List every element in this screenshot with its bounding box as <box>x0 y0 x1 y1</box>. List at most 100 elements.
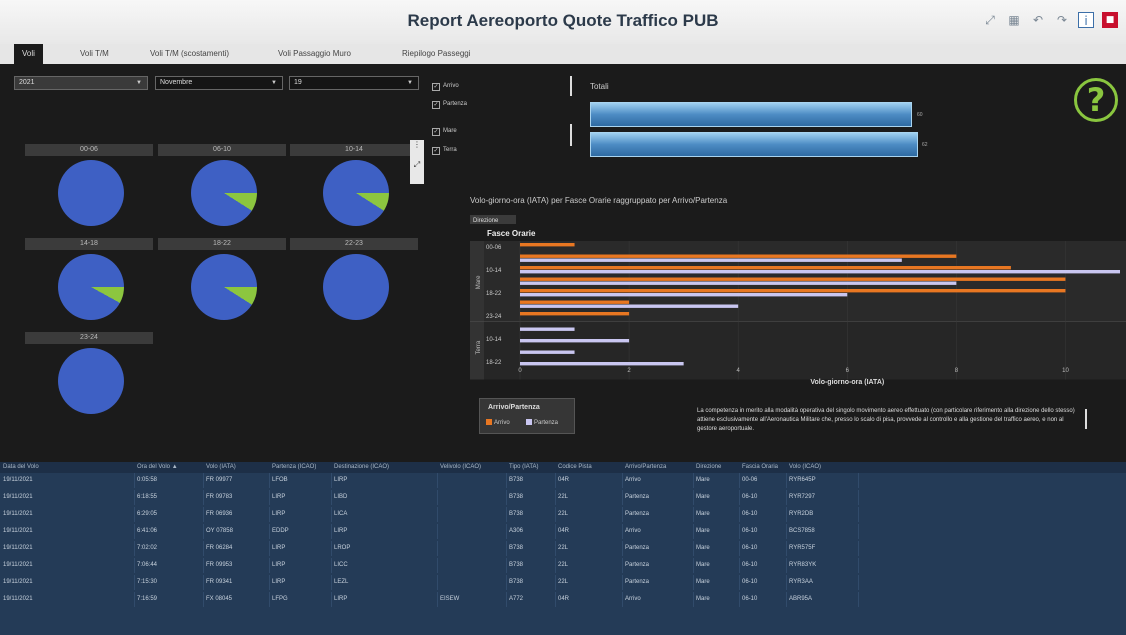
app-icon[interactable]: ■ <box>1102 12 1118 28</box>
column-header[interactable]: Direzione <box>693 462 739 473</box>
year-dropdown[interactable]: 2021 ▼ <box>14 76 148 90</box>
tab-voli-tm[interactable]: Voli T/M <box>80 44 109 64</box>
table-row[interactable]: 19/11/2021 6:18:55 FR 09783 LIRP LIBD B738 22L… <box>0 490 1126 505</box>
table-cell: EISEW <box>440 596 460 602</box>
table-cell: A306 <box>509 528 524 534</box>
checkbox-label: Arrivo <box>443 83 459 89</box>
visual-options[interactable]: ⋮ ⤢ <box>410 140 424 184</box>
row-label: 10-14 <box>486 268 502 274</box>
table-cell: 22L <box>558 579 569 585</box>
table-cell: RYR2DB <box>789 511 814 517</box>
table-row[interactable]: 19/11/2021 0:05:58 FR 09977 LFOB LIRP B738 04R… <box>0 473 1126 488</box>
tab-riepilogo-passeggi[interactable]: Riepilogo Passeggi <box>402 44 471 64</box>
undo-icon[interactable]: ↶ <box>1030 12 1046 28</box>
table-cell: Mare <box>696 562 710 568</box>
pie-chart[interactable] <box>323 160 389 226</box>
more-options-icon[interactable]: ⋮ <box>410 140 424 150</box>
table-cell: BCS7858 <box>789 528 815 534</box>
redo-icon[interactable]: ↷ <box>1054 12 1070 28</box>
column-separator <box>437 490 438 505</box>
x-axis-label: Volo-giorno-ora (IATA) <box>810 379 884 386</box>
tab-voli-passaggio-muro[interactable]: Voli Passaggio Muro <box>278 44 351 64</box>
column-header[interactable]: Arrivo/Partenza <box>622 462 693 473</box>
table-cell: 19/11/2021 <box>3 545 33 551</box>
column-separator <box>437 541 438 556</box>
column-header[interactable]: Volo (ICAO) <box>786 462 858 473</box>
column-separator <box>555 524 556 539</box>
column-header[interactable]: Velivolo (ICAO) <box>437 462 506 473</box>
help-icon[interactable]: ? <box>1074 78 1118 122</box>
table-cell: 04R <box>558 596 570 602</box>
column-separator <box>134 575 135 590</box>
pie-chart[interactable] <box>191 160 257 226</box>
column-separator <box>203 541 204 556</box>
pie-chart[interactable] <box>58 160 124 226</box>
column-header[interactable]: Destinazione (ICAO) <box>331 462 437 473</box>
checkbox-arrivo[interactable]: ✓ Arrivo <box>432 81 459 91</box>
column-header[interactable]: Partenza (ICAO) <box>269 462 331 473</box>
column-separator <box>269 558 270 573</box>
table-cell: RYR7297 <box>789 494 815 500</box>
checkbox-terra[interactable]: ✓ Terra <box>432 145 457 155</box>
divider <box>570 76 572 96</box>
table-row[interactable]: 19/11/2021 7:02:02 FR 06284 LIRP LROP B738 22L… <box>0 541 1126 556</box>
column-separator <box>134 490 135 505</box>
column-separator <box>693 507 694 522</box>
pie-chart[interactable] <box>58 254 124 320</box>
column-separator <box>269 592 270 607</box>
table-row[interactable]: 19/11/2021 7:06:44 FR 09953 LIRP LICC B738 22L… <box>0 558 1126 573</box>
table-row[interactable]: 19/11/2021 6:41:06 OY 07858 EDDP LIRP A306 04R… <box>0 524 1126 539</box>
column-separator <box>622 473 623 488</box>
bar-arrivo <box>520 266 1011 270</box>
month-dropdown[interactable]: Novembre ▼ <box>155 76 283 90</box>
table-cell: 19/11/2021 <box>3 477 33 483</box>
column-separator <box>269 473 270 488</box>
legend-item-arrivo[interactable]: Arrivo <box>486 419 510 426</box>
table-cell: 7:06:44 <box>137 562 158 568</box>
tab-voli-tm-scostamenti[interactable]: Voli T/M (scostamenti) <box>150 44 229 64</box>
table-cell: 04R <box>558 528 570 534</box>
table-cell: LIRP <box>272 579 286 585</box>
table-cell: LIRP <box>272 562 286 568</box>
column-separator <box>134 558 135 573</box>
column-header[interactable]: Data del Volo <box>0 462 134 473</box>
pie-chart[interactable] <box>58 348 124 414</box>
checkbox-partenza[interactable]: ✓ Partenza <box>432 99 467 109</box>
column-separator <box>203 507 204 522</box>
table-cell: B738 <box>509 511 524 517</box>
column-header[interactable]: Fascia Oraria <box>739 462 786 473</box>
pie-chart[interactable] <box>323 254 389 320</box>
column-separator <box>555 558 556 573</box>
column-header[interactable]: Tipo (IATA) <box>506 462 555 473</box>
legend-item-partenza[interactable]: Partenza <box>526 419 558 426</box>
column-separator <box>555 541 556 556</box>
table-cell <box>437 524 506 539</box>
checkbox-icon: ✓ <box>432 83 440 91</box>
pie-chart[interactable] <box>191 254 257 320</box>
table-row[interactable]: 19/11/2021 7:16:59 FX 08045 LFPG LIRP EISEW A7… <box>0 592 1126 607</box>
checkbox-label: Terra <box>443 147 457 153</box>
table-row[interactable]: 19/11/2021 6:29:05 FR 06936 LIRP LICA B738 22L… <box>0 507 1126 522</box>
column-separator <box>203 524 204 539</box>
focus-mode-icon[interactable]: ⤢ <box>410 160 424 170</box>
column-separator <box>739 541 740 556</box>
info-icon[interactable]: i <box>1078 12 1094 28</box>
table-cell: LIRP <box>334 477 348 483</box>
table-cell: LIRP <box>334 528 348 534</box>
pie-label: 18-22 <box>158 238 286 250</box>
expand-icon[interactable]: ⤢ <box>982 12 998 28</box>
column-header[interactable]: Ora del Volo ▲ <box>134 462 203 473</box>
table-row[interactable]: 19/11/2021 7:15:30 FR 09341 LIRP LEZL B738 22L… <box>0 575 1126 590</box>
checkbox-mare[interactable]: ✓ Mare <box>432 126 457 136</box>
table-cell: FX 08045 <box>206 596 233 602</box>
bar-partenza <box>520 281 957 285</box>
tab-voli[interactable]: Voli <box>14 44 43 64</box>
column-separator <box>437 592 438 607</box>
checkbox-icon: ✓ <box>432 101 440 109</box>
table-cell: Partenza <box>625 494 650 500</box>
day-dropdown[interactable]: 19 ▼ <box>289 76 419 90</box>
column-separator <box>331 507 332 522</box>
column-header[interactable]: Codice Pista <box>555 462 622 473</box>
column-header[interactable]: Volo (IATA) <box>203 462 269 473</box>
grid-icon[interactable]: ▦ <box>1006 12 1022 28</box>
